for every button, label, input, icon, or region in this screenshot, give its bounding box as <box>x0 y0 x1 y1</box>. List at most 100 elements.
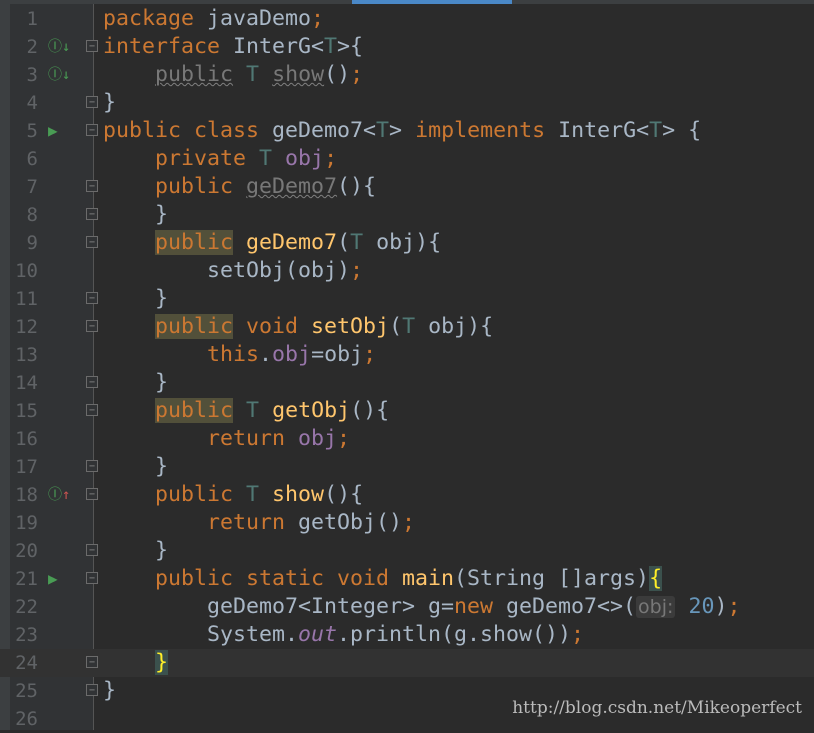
code-line[interactable]: 7 − public geDemo7(){ <box>0 173 814 201</box>
code-line[interactable]: 3 Ⓘ↓ public T show(); <box>0 61 814 89</box>
code-line[interactable]: 16 return obj; <box>0 425 814 453</box>
code-token: private <box>155 146 260 171</box>
code-token: geDemo7 <box>246 174 338 199</box>
fold-toggle-icon[interactable]: − <box>86 572 98 584</box>
code-line[interactable]: 23 System.out.println(g.show()); <box>0 621 814 649</box>
line-number: 18 <box>15 484 38 506</box>
code-token: ; <box>363 342 377 367</box>
fold-toggle-icon[interactable]: − <box>86 544 98 556</box>
code-line[interactable]: 6 private T obj; <box>0 145 814 173</box>
implemented-down-icon[interactable]: Ⓘ↓ <box>48 66 70 84</box>
code-token: T <box>259 146 286 171</box>
fold-toggle-icon[interactable]: − <box>86 656 98 668</box>
code-token: ; <box>571 622 585 647</box>
fold-toggle-icon[interactable]: − <box>86 376 98 388</box>
code-token: () <box>324 62 351 87</box>
code-token: show <box>272 482 325 507</box>
code-token: show <box>272 62 325 87</box>
fold-toggle-icon[interactable]: − <box>86 320 98 332</box>
code-line[interactable]: 15 − public T getObj(){ <box>0 397 814 425</box>
code-token: geDemo7<>( <box>506 594 637 619</box>
code-token: ) <box>714 594 728 619</box>
code-text: } <box>103 201 168 229</box>
code-line[interactable]: 8 − } <box>0 201 814 229</box>
code-line[interactable]: 1 package javaDemo; <box>0 5 814 33</box>
fold-toggle-icon[interactable]: − <box>86 208 98 220</box>
line-number: 7 <box>26 176 38 198</box>
code-line[interactable]: 19 return getObj(); <box>0 509 814 537</box>
code-text: public geDemo7(T obj){ <box>103 229 441 257</box>
code-line[interactable]: 24 − } <box>0 649 814 677</box>
code-text: public T show(); <box>103 61 363 89</box>
fold-toggle-icon[interactable]: − <box>86 684 98 696</box>
code-token: ; <box>324 146 338 171</box>
code-text: System.out.println(g.show()); <box>103 621 584 649</box>
code-line[interactable]: 21 ▶ − public static void main(String []ar… <box>0 565 814 593</box>
fold-toggle-icon[interactable]: − <box>86 460 98 472</box>
fold-toggle-icon[interactable]: − <box>86 488 98 500</box>
code-token: interface <box>103 34 234 59</box>
code-line[interactable]: 12 − public void setObj(T obj){ <box>0 313 814 341</box>
implementing-up-icon[interactable]: Ⓘ↑ <box>48 486 70 504</box>
fold-toggle-icon[interactable]: − <box>86 236 98 248</box>
code-line[interactable]: 9 − public geDemo7(T obj){ <box>0 229 814 257</box>
code-line[interactable]: 10 setObj(obj); <box>0 257 814 285</box>
code-line[interactable]: 4 −} <box>0 89 814 117</box>
code-line[interactable]: 14 − } <box>0 369 814 397</box>
fold-toggle-icon[interactable]: − <box>86 180 98 192</box>
code-text: interface InterG<T>{ <box>103 33 363 61</box>
code-text: return obj; <box>103 425 350 453</box>
line-number: 26 <box>15 708 38 730</box>
code-token: (){ <box>350 398 390 423</box>
active-tab-indicator[interactable] <box>352 0 512 4</box>
code-text: private T obj; <box>103 145 337 173</box>
run-icon[interactable]: ▶ <box>48 122 58 140</box>
code-token: T <box>402 314 416 339</box>
code-line[interactable]: 13 this.obj=obj; <box>0 341 814 369</box>
code-text: } <box>103 369 168 397</box>
line-number: 25 <box>15 680 38 702</box>
fold-toggle-icon[interactable]: − <box>86 124 98 136</box>
code-token: out <box>298 622 338 647</box>
code-line[interactable]: 11 − } <box>0 285 814 313</box>
code-line[interactable]: 17 − } <box>0 453 814 481</box>
run-icon[interactable]: ▶ <box>48 570 58 588</box>
fold-toggle-icon[interactable]: − <box>86 96 98 108</box>
code-line[interactable]: 20 − } <box>0 537 814 565</box>
code-token: public <box>155 314 234 339</box>
code-token: public static void <box>155 566 403 591</box>
code-token: .println(g.show()) <box>337 622 572 647</box>
code-token: obj){ <box>415 314 494 339</box>
code-line[interactable]: 22 geDemo7<Integer> g=new geDemo7<>(obj:… <box>0 593 814 621</box>
code-token: } <box>103 286 169 311</box>
code-token: } <box>103 90 117 115</box>
fold-toggle-icon[interactable]: − <box>86 404 98 416</box>
code-text: setObj(obj); <box>103 257 363 285</box>
code-token: package <box>103 6 208 31</box>
code-token: geDemo7 <box>246 230 338 255</box>
code-token: T <box>324 34 338 59</box>
code-text: geDemo7<Integer> g=new geDemo7<>(obj: 20… <box>103 593 740 621</box>
line-number: 15 <box>15 400 38 422</box>
code-line[interactable]: 2 Ⓘ↓ − interface InterG<T>{ <box>0 33 814 61</box>
code-token: } <box>155 650 169 675</box>
code-text: public T show(){ <box>103 481 363 509</box>
line-number: 17 <box>15 456 38 478</box>
fold-toggle-icon[interactable]: − <box>86 40 98 52</box>
fold-toggle-icon[interactable]: − <box>86 292 98 304</box>
code-line[interactable]: 18 Ⓘ↑ − public T show(){ <box>0 481 814 509</box>
implemented-down-icon[interactable]: Ⓘ↓ <box>48 38 70 56</box>
code-line[interactable]: 5 ▶ − public class geDemo7<T> implements In… <box>0 117 814 145</box>
